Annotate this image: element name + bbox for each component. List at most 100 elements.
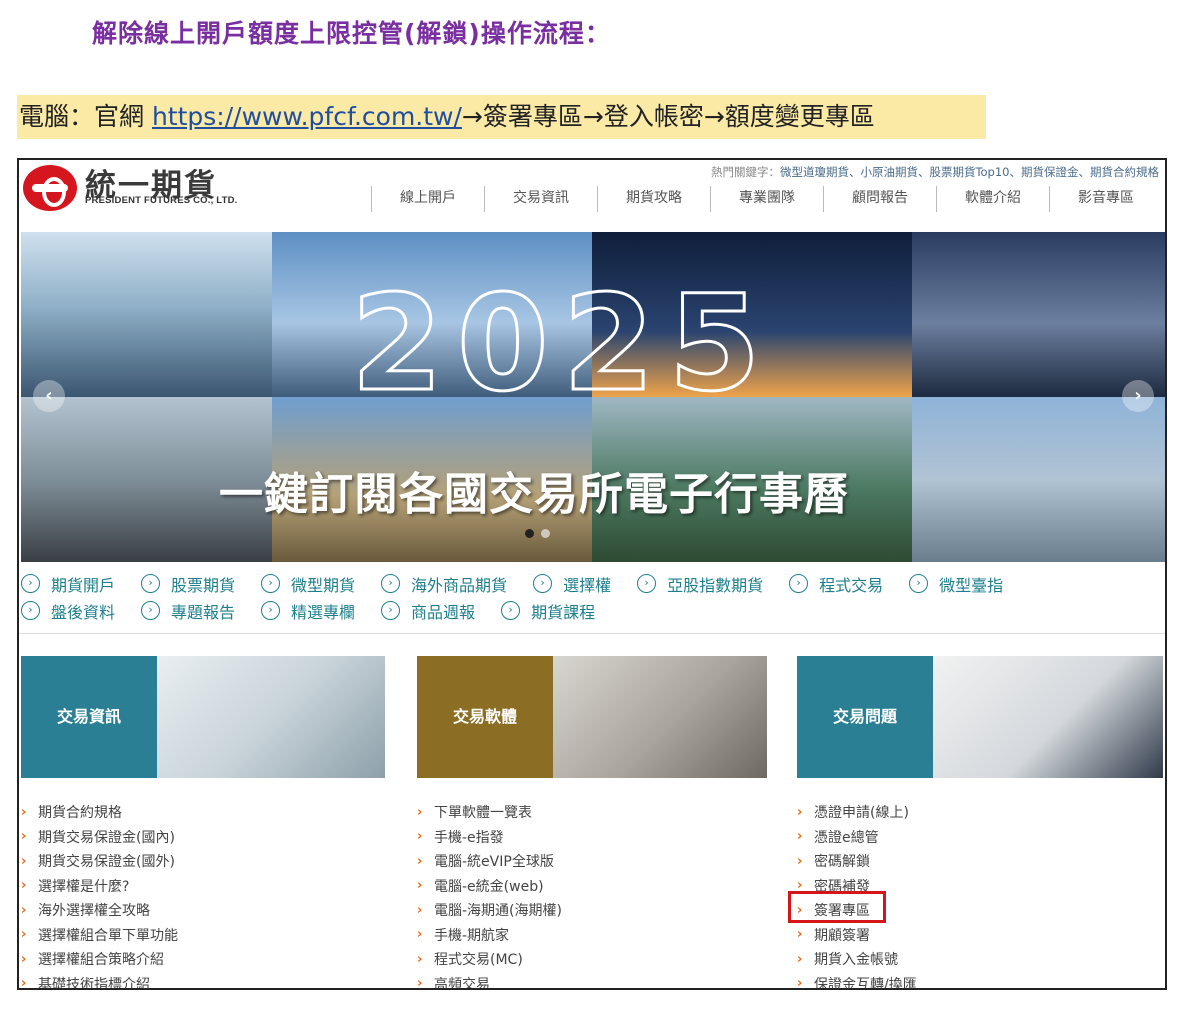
quick-link-after-hours[interactable]: › 盤後資料: [21, 597, 115, 624]
route-steps: →簽署專區→登入帳密→額度變更專區: [461, 102, 875, 131]
hot-keywords-links[interactable]: 微型道瓊期貨、小原油期貨、股票期貨Top10、期貨保證金、期貨合約規格: [780, 165, 1159, 179]
chevron-right-icon: ›: [797, 927, 803, 943]
list-item[interactable]: › 密碼解鎖: [797, 849, 917, 874]
list-item-label: 期貨交易保證金(國內): [38, 829, 175, 846]
circle-arrow-icon: ›: [261, 601, 281, 620]
hero-banner[interactable]: 2025 一鍵訂閱各國交易所電子行事曆 ‹ ›: [21, 232, 1165, 562]
list-item[interactable]: › 憑證e總管: [797, 825, 917, 850]
highlight-box: [788, 891, 886, 923]
list-item[interactable]: › 保證金互轉/換匯: [797, 972, 917, 990]
quick-link-open-account[interactable]: › 期貨開戶: [21, 570, 115, 597]
quick-link-label: 期貨課程: [531, 602, 596, 622]
list-item[interactable]: › 選擇權組合單下單功能: [21, 923, 178, 948]
nav-software[interactable]: 軟體介紹: [936, 186, 1049, 212]
quick-link-algo-trading[interactable]: › 程式交易: [789, 570, 883, 597]
nav-team[interactable]: 專業團隊: [710, 186, 823, 212]
nav-trade-info[interactable]: 交易資訊: [484, 186, 597, 212]
list-item[interactable]: › 憑證申請(線上): [797, 800, 917, 825]
list-item[interactable]: › 電腦-e統金(web): [417, 874, 562, 899]
list-item[interactable]: › 選擇權是什麼?: [21, 874, 178, 899]
card-label-trade-info: 交易資訊: [21, 656, 157, 778]
card-trade-software[interactable]: 交易軟體: [417, 656, 767, 778]
company-logo-icon[interactable]: [23, 165, 77, 211]
banner-dot-active[interactable]: [525, 529, 534, 538]
nav-online-account[interactable]: 線上開戶: [371, 186, 484, 212]
quick-link-label: 亞股指數期貨: [667, 575, 764, 595]
list-item-label: 程式交易(MC): [434, 952, 523, 969]
section-divider: [19, 633, 1165, 634]
quick-link-label: 海外商品期貨: [411, 575, 508, 595]
quick-link-label: 期貨開戶: [51, 575, 116, 595]
chevron-right-icon: ›: [21, 976, 27, 990]
list-item[interactable]: › 期顧簽署: [797, 923, 917, 948]
quick-link-asia-index[interactable]: › 亞股指數期貨: [637, 570, 763, 597]
quick-link-label: 盤後資料: [51, 602, 116, 622]
quick-links: › 期貨開戶 › 股票期貨 › 微型期貨 › 海外商品期貨 › 選擇權 › 亞股指數期貨 ›…: [21, 570, 1161, 624]
list-item[interactable]: › 手機-e指發: [417, 825, 562, 850]
route-prefix: 電腦：官網: [19, 102, 152, 131]
list-item[interactable]: › 基礎技術指標介紹: [21, 972, 178, 990]
top-navigation: 線上開戶 交易資訊 期貨攻略 專業團隊 顧問報告 軟體介紹 影音專區: [371, 186, 1162, 212]
circle-arrow-icon: ›: [261, 574, 281, 593]
nav-video[interactable]: 影音專區: [1049, 186, 1162, 212]
chevron-right-icon: ›: [797, 804, 803, 820]
quick-link-label: 商品週報: [411, 602, 476, 622]
list-item-label: 電腦-統eVIP全球版: [434, 854, 554, 871]
quick-link-label: 專題報告: [171, 602, 236, 622]
list-item[interactable]: › 海外選擇權全攻略: [21, 898, 178, 923]
list-item-label: 憑證e總管: [814, 829, 879, 846]
quick-link-weekly[interactable]: › 商品週報: [381, 597, 475, 624]
list-item[interactable]: › 期貨交易保證金(國外): [21, 849, 178, 874]
route-instructions: 電腦：官網 https://www.pfcf.com.tw/→簽署專區→登入帳密…: [17, 95, 986, 139]
city-photo-chicago: [21, 232, 272, 397]
list-item[interactable]: › 高頻交易: [417, 972, 562, 988]
quick-link-label: 股票期貨: [171, 575, 236, 595]
list-item[interactable]: › 電腦-海期通(海期權): [417, 898, 562, 923]
list-item-label: 期貨入金帳號: [814, 952, 898, 969]
list-item[interactable]: › 程式交易(MC): [417, 947, 562, 972]
quick-link-topic-reports[interactable]: › 專題報告: [141, 597, 235, 624]
nav-reports[interactable]: 顧問報告: [823, 186, 936, 212]
banner-slogan: 一鍵訂閱各國交易所電子行事曆: [219, 469, 849, 520]
chevron-right-icon: ›: [21, 902, 27, 918]
circle-arrow-icon: ›: [381, 601, 401, 620]
quick-link-options[interactable]: › 選擇權: [533, 570, 611, 597]
list-item[interactable]: › 手機-期航家: [417, 923, 562, 948]
banner-dot[interactable]: [541, 529, 550, 538]
list-item[interactable]: › 選擇權組合策略介紹: [21, 947, 178, 972]
chevron-right-icon: ›: [417, 829, 423, 845]
quick-link-micro-futures[interactable]: › 微型期貨: [261, 570, 355, 597]
quick-link-courses[interactable]: › 期貨課程: [501, 597, 595, 624]
list-item[interactable]: › 下單軟體一覽表: [417, 800, 562, 825]
list-item-label: 保證金互轉/換匯: [814, 976, 917, 990]
chevron-right-icon: ›: [417, 804, 423, 820]
hot-keywords-label: 熱門關鍵字：: [710, 165, 780, 179]
list-item-label: 選擇權組合單下單功能: [38, 927, 178, 944]
list-trade-software: › 下單軟體一覽表 › 手機-e指發 › 電腦-統eVIP全球版 › 電腦-e統金(we…: [417, 800, 562, 988]
list-item-label: 期貨合約規格: [38, 805, 122, 822]
nav-futures-guide[interactable]: 期貨攻略: [597, 186, 710, 212]
list-item[interactable]: › 電腦-統eVIP全球版: [417, 849, 562, 874]
list-item[interactable]: › 期貨交易保證金(國內): [21, 825, 178, 850]
banner-next-icon[interactable]: ›: [1122, 380, 1154, 412]
chevron-right-icon: ›: [417, 902, 423, 918]
quick-link-stock-futures[interactable]: › 股票期貨: [141, 570, 235, 597]
list-item[interactable]: › 期貨入金帳號: [797, 947, 917, 972]
logo-english-name[interactable]: PRESIDENT FUTURES CO., LTD.: [85, 195, 237, 206]
quick-link-overseas-futures[interactable]: › 海外商品期貨: [381, 570, 507, 597]
circle-arrow-icon: ›: [381, 574, 401, 593]
quick-link-micro-taiex[interactable]: › 微型臺指: [909, 570, 1003, 597]
circle-arrow-icon: ›: [141, 601, 161, 620]
quick-links-row-1: › 期貨開戶 › 股票期貨 › 微型期貨 › 海外商品期貨 › 選擇權 › 亞股指數期貨 ›…: [21, 570, 1161, 597]
list-trade-info: › 期貨合約規格 › 期貨交易保證金(國內) › 期貨交易保證金(國外) › 選擇權是什…: [21, 800, 178, 990]
official-site-link[interactable]: https://www.pfcf.com.tw/: [152, 102, 462, 131]
chevron-right-icon: ›: [21, 951, 27, 967]
card-trade-issues[interactable]: 交易問題: [797, 656, 1163, 778]
quick-link-columns[interactable]: › 精選專欄: [261, 597, 355, 624]
list-item-label: 電腦-海期通(海期權): [434, 903, 562, 920]
card-trade-info[interactable]: 交易資訊: [21, 656, 385, 778]
list-item[interactable]: › 期貨合約規格: [21, 800, 178, 825]
banner-prev-icon[interactable]: ‹: [33, 380, 65, 412]
chevron-right-icon: ›: [797, 829, 803, 845]
circle-arrow-icon: ›: [21, 574, 40, 593]
